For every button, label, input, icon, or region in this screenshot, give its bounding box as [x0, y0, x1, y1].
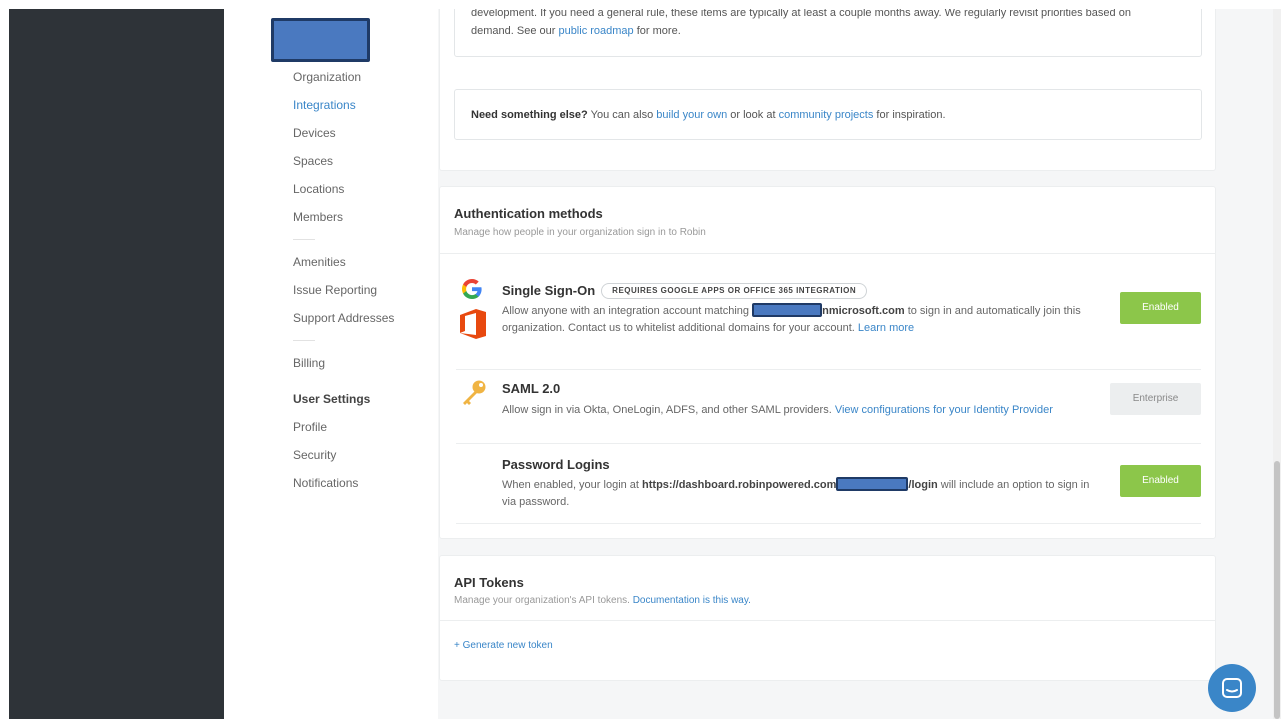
sidebar-item-members[interactable]: Members — [293, 207, 433, 235]
sidebar-item-devices[interactable]: Devices — [293, 123, 433, 151]
page-scrollbar[interactable] — [1273, 9, 1281, 719]
learn-more-link[interactable]: Learn more — [858, 322, 914, 334]
sidebar-item-support-addresses[interactable]: Support Addresses — [293, 308, 433, 336]
sidebar-item-billing[interactable]: Billing — [293, 353, 433, 381]
generate-token-link[interactable]: + Generate new token — [454, 640, 553, 651]
saml-title: SAML 2.0 — [502, 381, 561, 396]
roadmap-info-box: development. If you need a general rule,… — [454, 9, 1202, 57]
sso-enabled-button[interactable]: Enabled — [1120, 292, 1201, 324]
settings-sidebar: Organization Integrations Devices Spaces… — [224, 9, 438, 719]
screenshot-frame: Organization Integrations Devices Spaces… — [0, 0, 1281, 719]
need-something-else-box: Need something else? You can also build … — [454, 89, 1202, 140]
sidebar-item-notifications[interactable]: Notifications — [293, 473, 433, 501]
api-card-title: API Tokens — [454, 575, 524, 590]
sidebar-item-amenities[interactable]: Amenities — [293, 252, 433, 280]
scrollbar-thumb[interactable] — [1274, 461, 1280, 719]
redacted-domain — [752, 303, 823, 317]
api-card-subtitle: Manage your organization's API tokens. D… — [454, 595, 751, 606]
sso-title: Single Sign-On — [502, 283, 596, 298]
method-divider — [456, 443, 1201, 444]
sidebar-item-security[interactable]: Security — [293, 445, 433, 473]
chat-icon — [1222, 678, 1242, 698]
auth-header-divider — [440, 253, 1215, 254]
sidebar-item-profile[interactable]: Profile — [293, 417, 433, 445]
dark-app-panel — [9, 9, 224, 719]
build-your-own-link[interactable]: build your own — [656, 109, 727, 121]
content-area: Organization Integrations Devices Spaces… — [224, 9, 1281, 719]
key-icon — [463, 380, 486, 405]
roadmap-text-line1: development. If you need a general rule,… — [471, 9, 1131, 19]
sso-method: Single Sign-On REQUIRES GOOGLE APPS OR OF… — [456, 277, 1201, 347]
sidebar-item-spaces[interactable]: Spaces — [293, 151, 433, 179]
method-divider — [456, 369, 1201, 370]
redacted-logo — [271, 18, 370, 62]
main-content: development. If you need a general rule,… — [438, 9, 1281, 719]
sso-requirement-badge: REQUIRES GOOGLE APPS OR OFFICE 365 INTEG… — [601, 283, 868, 299]
auth-card-title: Authentication methods — [454, 206, 603, 221]
method-divider — [456, 523, 1201, 524]
password-description: When enabled, your login at https://dash… — [502, 477, 1090, 508]
google-icon — [462, 279, 482, 299]
office365-icon — [460, 309, 486, 339]
user-settings-heading: User Settings — [293, 392, 371, 406]
nav-divider — [293, 340, 315, 341]
saml-method: SAML 2.0 Allow sign in via Okta, OneLogi… — [456, 379, 1201, 429]
sso-description: Allow anyone with an integration account… — [502, 303, 1081, 334]
sso-title-row: Single Sign-On REQUIRES GOOGLE APPS OR OF… — [502, 283, 868, 299]
public-roadmap-link[interactable]: public roadmap — [558, 25, 633, 37]
saml-description: Allow sign in via Okta, OneLogin, ADFS, … — [502, 404, 1053, 416]
nav-divider — [293, 239, 315, 240]
sidebar-item-integrations[interactable]: Integrations — [293, 95, 433, 123]
password-title: Password Logins — [502, 457, 610, 472]
redacted-subdomain — [836, 477, 909, 491]
sidebar-item-locations[interactable]: Locations — [293, 179, 433, 207]
community-projects-link[interactable]: community projects — [779, 109, 874, 121]
api-documentation-link[interactable]: Documentation is this way. — [633, 595, 751, 606]
api-tokens-card: API Tokens Manage your organization's AP… — [439, 555, 1216, 681]
settings-nav: Organization Integrations Devices Spaces… — [293, 67, 433, 501]
chat-launcher-button[interactable] — [1208, 664, 1256, 712]
saml-enterprise-button[interactable]: Enterprise — [1110, 383, 1201, 415]
api-header-divider — [440, 620, 1215, 621]
password-enabled-button[interactable]: Enabled — [1120, 465, 1201, 497]
password-method: Password Logins When enabled, your login… — [456, 457, 1201, 519]
auth-card-subtitle: Manage how people in your organization s… — [454, 227, 706, 238]
sidebar-item-issue-reporting[interactable]: Issue Reporting — [293, 280, 433, 308]
integrations-info-card: development. If you need a general rule,… — [439, 9, 1216, 171]
roadmap-text-line2: demand. See our public roadmap for more. — [471, 25, 681, 37]
idp-configurations-link[interactable]: View configurations for your Identity Pr… — [835, 404, 1053, 416]
sidebar-item-organization[interactable]: Organization — [293, 67, 433, 95]
authentication-methods-card: Authentication methods Manage how people… — [439, 186, 1216, 539]
